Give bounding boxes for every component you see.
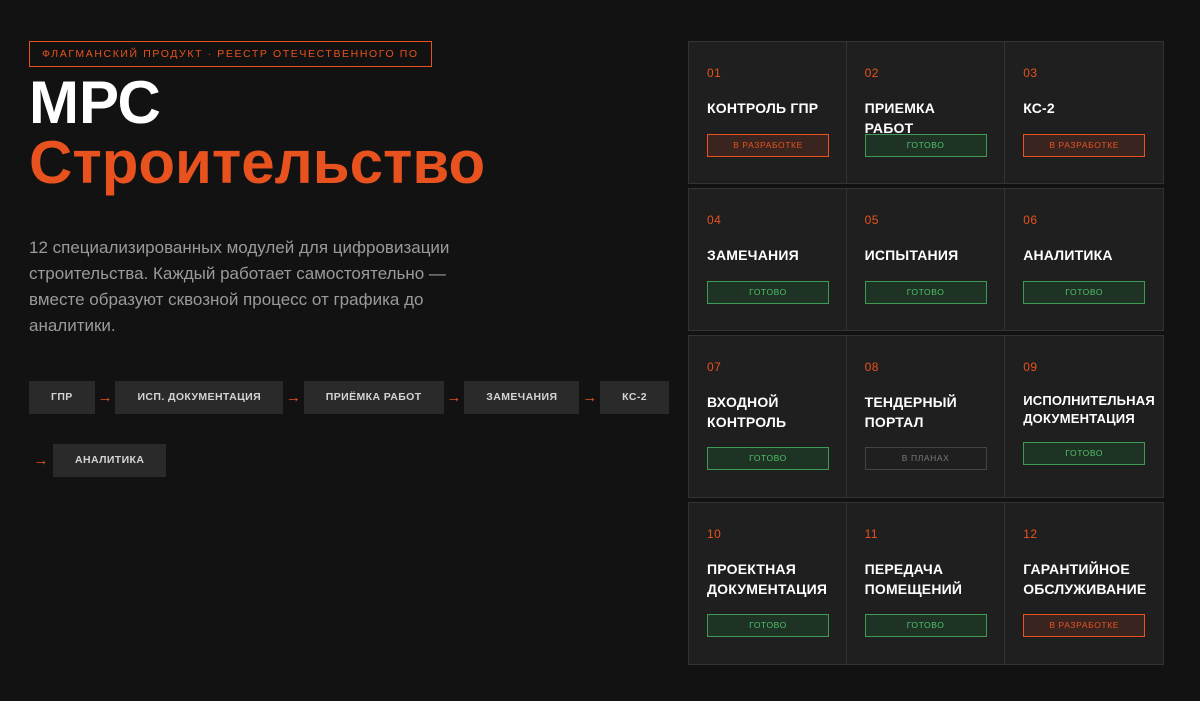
status-badge: В РАЗРАБОТКЕ [707, 134, 829, 157]
page-title-line1: МРС [29, 69, 161, 136]
status-badge: ГОТОВО [1023, 442, 1146, 465]
module-name: ПЕРЕДАЧА ПОМЕЩЕНИЙ [864, 561, 963, 597]
module-number: 09 [1023, 360, 1038, 374]
module-name: КС-2 [1023, 100, 1055, 116]
page-description: 12 специализированных модулей для цифров… [29, 238, 450, 335]
module-name: ПРИЕМКА РАБОТ [864, 100, 936, 136]
module-card[interactable]: 09 ИСПОЛНИТЕЛЬНАЯ ДОКУМЕНТАЦИЯ ГОТОВО [1005, 335, 1164, 498]
module-number: 10 [707, 527, 722, 541]
module-number: 02 [864, 66, 879, 80]
module-card[interactable]: 03 КС-2 В РАЗРАБОТКЕ [1005, 41, 1164, 184]
modules-row: 01 КОНТРОЛЬ ГПР В РАЗРАБОТКЕ 02 ПРИЕМКА … [688, 41, 1164, 184]
module-number: 01 [707, 66, 722, 80]
arrow-right-icon: → [97, 389, 113, 406]
status-badge: В ПЛАНАХ [864, 447, 987, 470]
status-badge: ГОТОВО [707, 614, 829, 637]
flow-step-isp-doc[interactable]: ИСП. ДОКУМЕНТАЦИЯ [115, 381, 284, 414]
module-card[interactable]: 10 ПРОЕКТНАЯ ДОКУМЕНТАЦИЯ ГОТОВО [688, 502, 847, 665]
flow-step-ks2[interactable]: КС-2 [600, 381, 669, 414]
modules-grid: 01 КОНТРОЛЬ ГПР В РАЗРАБОТКЕ 02 ПРИЕМКА … [688, 41, 1164, 665]
modules-row: 10 ПРОЕКТНАЯ ДОКУМЕНТАЦИЯ ГОТОВО 11 ПЕРЕ… [688, 502, 1164, 665]
module-name: ГАРАНТИЙНОЕ ОБСЛУЖИВАНИЕ [1023, 561, 1147, 597]
status-badge: ГОТОВО [864, 614, 987, 637]
status-badge: В РАЗРАБОТКЕ [1023, 614, 1146, 637]
status-badge: В РАЗРАБОТКЕ [1023, 134, 1146, 157]
modules-row: 04 ЗАМЕЧАНИЯ ГОТОВО 05 ИСПЫТАНИЯ ГОТОВО … [688, 188, 1164, 331]
process-flow-row-2: → АНАЛИТИКА [29, 444, 669, 477]
hero: ФЛАГМАНСКИЙ ПРОДУКТ · РЕЕСТР ОТЕЧЕСТВЕНН… [29, 41, 669, 339]
module-name: ИСПЫТАНИЯ [864, 247, 959, 263]
module-card[interactable]: 05 ИСПЫТАНИЯ ГОТОВО [846, 188, 1006, 331]
flow-step-analitika[interactable]: АНАЛИТИКА [53, 444, 167, 477]
product-badge: ФЛАГМАНСКИЙ ПРОДУКТ · РЕЕСТР ОТЕЧЕСТВЕНН… [29, 41, 432, 67]
module-number: 12 [1023, 527, 1038, 541]
modules-row: 07 ВХОДНОЙ КОНТРОЛЬ ГОТОВО 08 ТЕНДЕРНЫЙ … [688, 335, 1164, 498]
module-card[interactable]: 08 ТЕНДЕРНЫЙ ПОРТАЛ В ПЛАНАХ [846, 335, 1006, 498]
module-number: 06 [1023, 213, 1038, 227]
module-card[interactable]: 02 ПРИЕМКА РАБОТ ГОТОВО [846, 41, 1006, 184]
arrow-right-icon: → [582, 389, 598, 406]
module-number: 07 [707, 360, 722, 374]
status-badge: ГОТОВО [864, 281, 987, 304]
status-badge: ГОТОВО [707, 447, 829, 470]
module-card[interactable]: 06 АНАЛИТИКА ГОТОВО [1005, 188, 1164, 331]
module-name: ТЕНДЕРНЫЙ ПОРТАЛ [864, 394, 957, 430]
status-badge: ГОТОВО [864, 134, 987, 157]
status-badge: ГОТОВО [707, 281, 829, 304]
flow-step-zamechaniya[interactable]: ЗАМЕЧАНИЯ [464, 381, 580, 414]
page-title-line2: Строительство [29, 129, 486, 196]
process-flow: ГПР → ИСП. ДОКУМЕНТАЦИЯ → ПРИЁМКА РАБОТ … [29, 381, 669, 477]
process-flow-row-1: ГПР → ИСП. ДОКУМЕНТАЦИЯ → ПРИЁМКА РАБОТ … [29, 381, 669, 414]
flow-step-priemka[interactable]: ПРИЁМКА РАБОТ [303, 381, 444, 414]
module-card[interactable]: 01 КОНТРОЛЬ ГПР В РАЗРАБОТКЕ [688, 41, 847, 184]
module-number: 04 [707, 213, 722, 227]
flow-step-gpr[interactable]: ГПР [29, 381, 95, 414]
module-name: ВХОДНОЙ КОНТРОЛЬ [707, 394, 787, 430]
module-card[interactable]: 12 ГАРАНТИЙНОЕ ОБСЛУЖИВАНИЕ В РАЗРАБОТКЕ [1005, 502, 1164, 665]
module-card[interactable]: 04 ЗАМЕЧАНИЯ ГОТОВО [688, 188, 847, 331]
status-badge: ГОТОВО [1023, 281, 1146, 304]
module-name: ЗАМЕЧАНИЯ [707, 247, 799, 263]
module-card[interactable]: 11 ПЕРЕДАЧА ПОМЕЩЕНИЙ ГОТОВО [846, 502, 1006, 665]
arrow-right-icon: → [285, 389, 301, 406]
module-name: ИСПОЛНИТЕЛЬНАЯ ДОКУМЕНТАЦИЯ [1023, 393, 1155, 426]
module-number: 08 [864, 360, 879, 374]
module-number: 05 [864, 213, 879, 227]
module-name: АНАЛИТИКА [1023, 247, 1113, 263]
module-name: ПРОЕКТНАЯ ДОКУМЕНТАЦИЯ [707, 561, 828, 597]
arrow-right-icon: → [33, 452, 49, 469]
arrow-right-icon: → [446, 389, 462, 406]
module-name: КОНТРОЛЬ ГПР [707, 100, 819, 116]
module-card[interactable]: 07 ВХОДНОЙ КОНТРОЛЬ ГОТОВО [688, 335, 847, 498]
module-number: 03 [1023, 66, 1038, 80]
module-number: 11 [864, 527, 879, 541]
